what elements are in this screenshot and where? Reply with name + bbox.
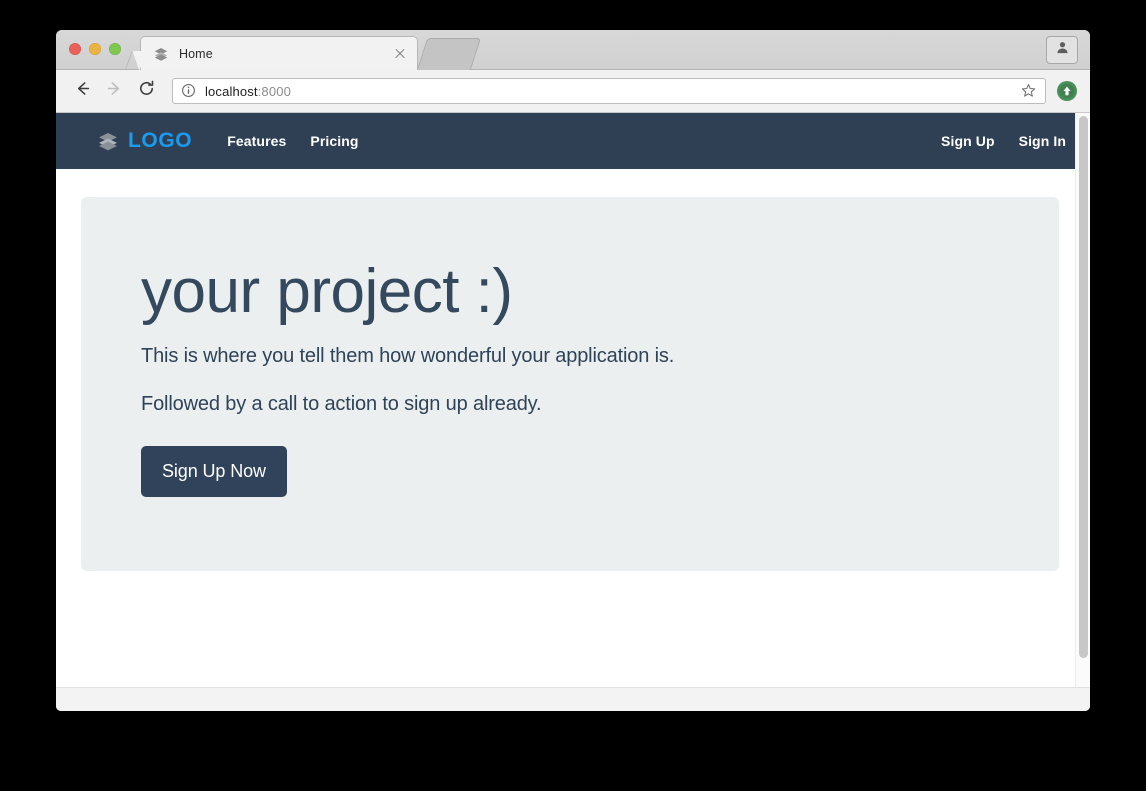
browser-toolbar: localhost:8000 bbox=[56, 70, 1090, 113]
extension-button[interactable] bbox=[1056, 80, 1078, 102]
address-bar[interactable]: localhost:8000 bbox=[172, 78, 1046, 104]
address-bar-url: localhost:8000 bbox=[205, 84, 1021, 99]
navbar-links-right: Sign Up Sign In bbox=[941, 133, 1066, 149]
layers-icon bbox=[97, 130, 119, 152]
nav-link-sign-in[interactable]: Sign In bbox=[1019, 133, 1066, 149]
forward-button[interactable] bbox=[100, 77, 128, 105]
reload-icon bbox=[137, 79, 156, 103]
green-up-arrow-icon bbox=[1056, 81, 1078, 106]
browser-window: Home localhost:8000 LOGO Features Pricin… bbox=[56, 30, 1090, 711]
arrow-right-icon bbox=[105, 79, 124, 103]
nav-link-pricing[interactable]: Pricing bbox=[310, 133, 358, 149]
page-scrollbar[interactable] bbox=[1075, 113, 1090, 687]
url-host: localhost bbox=[205, 83, 258, 99]
navbar-links-left: Features Pricing bbox=[227, 133, 358, 149]
page-viewport: LOGO Features Pricing Sign Up Sign In yo… bbox=[56, 113, 1090, 687]
info-circle-icon[interactable] bbox=[181, 83, 197, 99]
zoom-window-button[interactable] bbox=[109, 43, 121, 55]
brand-text: LOGO bbox=[128, 129, 193, 152]
browser-tab-title: Home bbox=[179, 46, 213, 61]
reload-button[interactable] bbox=[132, 77, 160, 105]
url-port: :8000 bbox=[257, 83, 291, 99]
sign-up-now-button[interactable]: Sign Up Now bbox=[141, 445, 287, 497]
person-icon bbox=[1055, 40, 1070, 60]
arrow-left-icon bbox=[73, 79, 92, 103]
hero-jumbotron: your project :) This is where you tell t… bbox=[81, 197, 1059, 571]
window-controls bbox=[69, 43, 121, 55]
site-navbar: LOGO Features Pricing Sign Up Sign In bbox=[56, 113, 1090, 169]
new-tab-button[interactable] bbox=[416, 38, 482, 70]
star-icon[interactable] bbox=[1021, 83, 1037, 99]
page-content: your project :) This is where you tell t… bbox=[56, 169, 1090, 687]
hero-lead-primary: This is where you tell them how wonderfu… bbox=[141, 344, 675, 367]
page-title: your project :) bbox=[141, 257, 513, 326]
browser-tab-strip: Home bbox=[56, 30, 1090, 70]
browser-status-bar bbox=[56, 687, 1090, 711]
hero-lead-secondary: Followed by a call to action to sign up … bbox=[141, 392, 542, 415]
back-button[interactable] bbox=[68, 77, 96, 105]
page-scrollbar-thumb[interactable] bbox=[1079, 116, 1088, 658]
nav-link-features[interactable]: Features bbox=[227, 133, 286, 149]
browser-tab-home[interactable]: Home bbox=[140, 36, 418, 70]
layers-icon bbox=[153, 46, 169, 62]
close-icon[interactable] bbox=[392, 46, 408, 62]
close-window-button[interactable] bbox=[69, 43, 81, 55]
minimize-window-button[interactable] bbox=[89, 43, 101, 55]
profile-button[interactable] bbox=[1046, 36, 1078, 64]
brand-logo[interactable]: LOGO bbox=[97, 129, 192, 153]
nav-link-sign-up[interactable]: Sign Up bbox=[941, 133, 995, 149]
